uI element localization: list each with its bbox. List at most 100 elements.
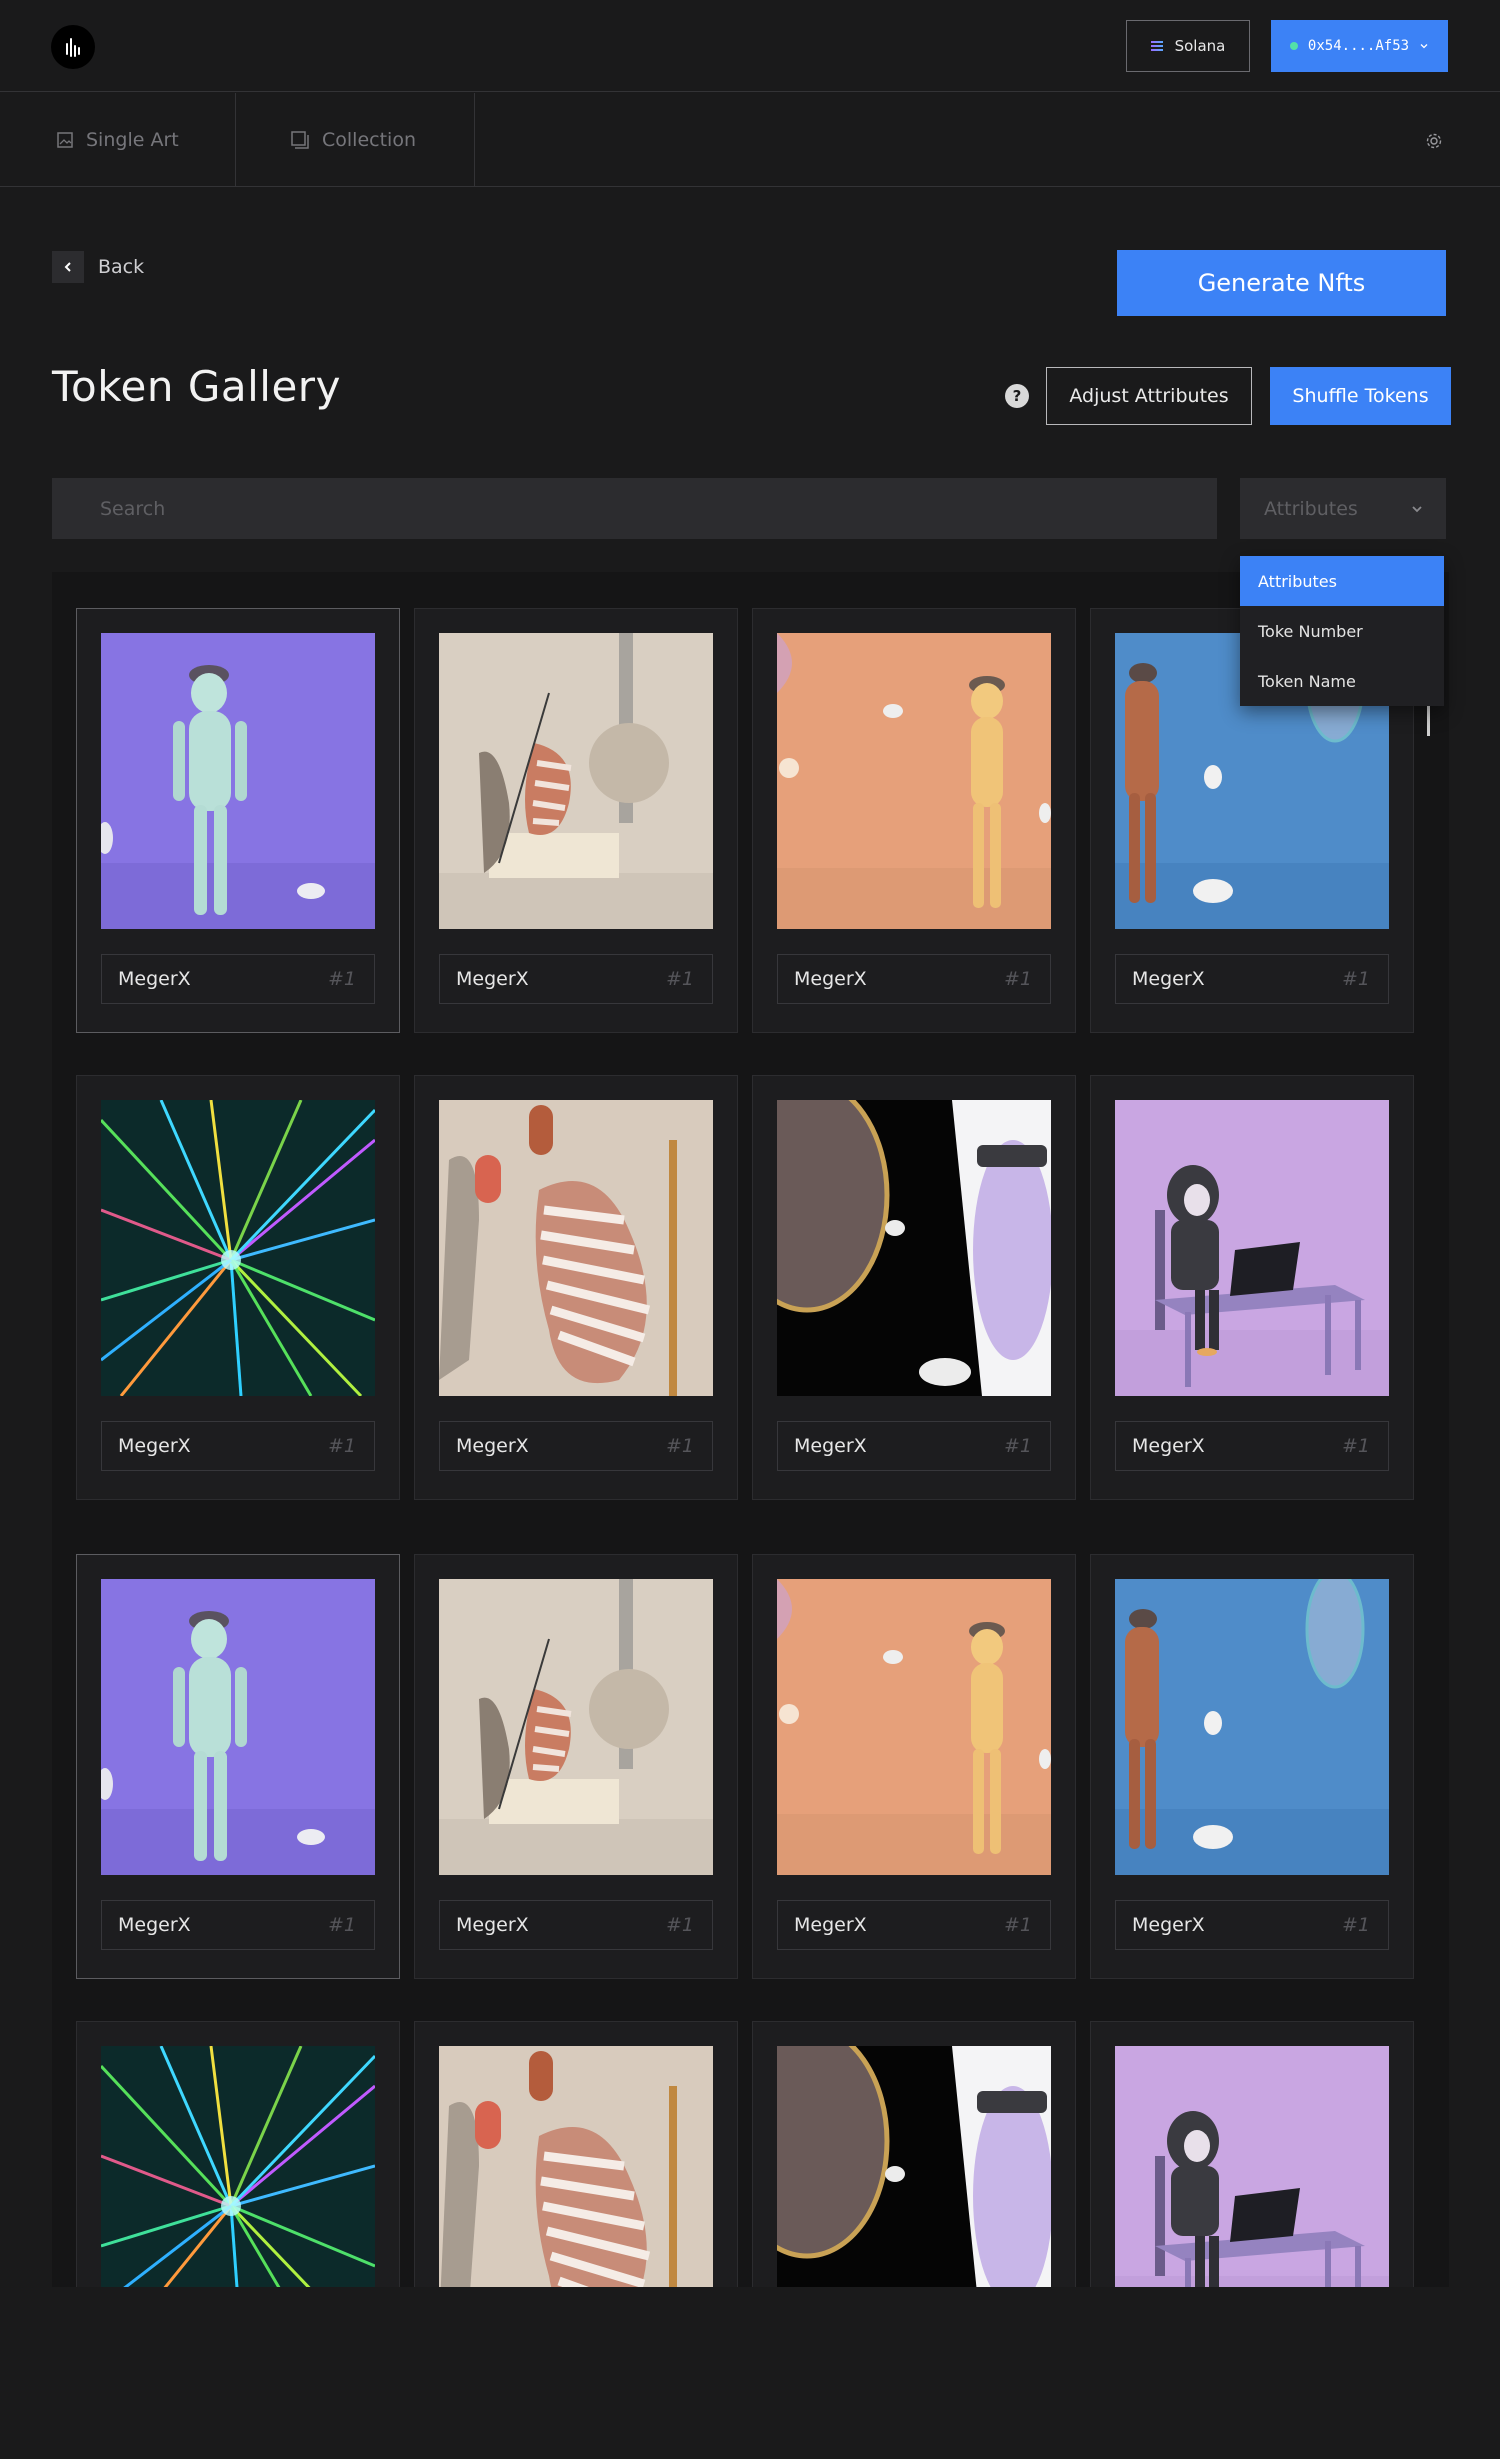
token-card[interactable]: MegerX#1 (414, 2021, 738, 2287)
tab-collection[interactable]: Collection (236, 93, 475, 187)
chain-selector-button[interactable]: Solana (1126, 20, 1250, 72)
token-label: MegerX #1 (439, 954, 713, 1004)
token-card[interactable]: MegerX#1 (1090, 1554, 1414, 1979)
token-label: MegerX #1 (777, 1900, 1051, 1950)
help-icon[interactable]: ? (1005, 384, 1029, 408)
solana-icon (1150, 41, 1163, 51)
tab-label: Single Art (86, 129, 179, 151)
app-logo[interactable] (51, 25, 95, 69)
token-name: MegerX (118, 968, 191, 990)
wallet-address: 0x54....Af53 (1307, 38, 1410, 54)
token-number: #1 (1341, 1435, 1370, 1457)
token-label: MegerX #1 (101, 1900, 375, 1950)
back-label: Back (98, 256, 145, 278)
chevron-down-icon (1420, 44, 1428, 49)
token-image (1115, 2046, 1389, 2287)
token-number: #1 (327, 968, 356, 990)
token-label: MegerX #1 (1115, 1421, 1389, 1471)
token-image (777, 633, 1051, 929)
wallet-status-dot (1289, 42, 1298, 50)
back-button[interactable]: Back (52, 251, 144, 283)
chain-label: Solana (1174, 37, 1226, 55)
token-name: MegerX (456, 968, 529, 990)
token-number: #1 (327, 1435, 356, 1457)
token-image (777, 1100, 1051, 1396)
wallet-button[interactable]: 0x54....Af53 (1271, 20, 1448, 72)
token-label: MegerX #1 (101, 1421, 375, 1471)
collection-icon (291, 131, 309, 149)
token-label: MegerX #1 (439, 1421, 713, 1471)
token-card[interactable]: MegerX #1 (76, 1554, 400, 1979)
token-card[interactable]: MegerX #1 (752, 1075, 1076, 1500)
token-number: #1 (665, 1914, 694, 1936)
search-input[interactable] (52, 478, 1217, 539)
token-name: MegerX (794, 1914, 867, 1936)
token-name: MegerX (118, 1914, 191, 1936)
attributes-dropdown-menu: Attributes Toke Number Token Name (1240, 556, 1444, 706)
token-image (101, 1100, 375, 1396)
token-number: #1 (1341, 968, 1370, 990)
token-image (439, 1100, 713, 1396)
token-image (777, 1579, 1051, 1875)
settings-icon[interactable] (1424, 131, 1444, 151)
token-card[interactable]: MegerX #1 (752, 608, 1076, 1033)
token-image (439, 1579, 713, 1875)
dropdown-option-token-number[interactable]: Toke Number (1240, 606, 1444, 656)
top-bar: Solana 0x54....Af53 (0, 0, 1500, 92)
shuffle-tokens-button[interactable]: Shuffle Tokens (1270, 367, 1451, 425)
token-name: MegerX (118, 1435, 191, 1457)
token-number: #1 (665, 1435, 694, 1457)
dropdown-option-token-name[interactable]: Token Name (1240, 656, 1444, 706)
token-label: MegerX #1 (777, 954, 1051, 1004)
token-name: MegerX (794, 1435, 867, 1457)
token-number: #1 (327, 1914, 356, 1936)
token-name: MegerX (794, 968, 867, 990)
token-gallery: MegerX #1 MegerX #1 MegerX #1 MegerX #1 (52, 572, 1449, 2287)
token-card[interactable]: MegerX#1 (1090, 2021, 1414, 2287)
token-number: #1 (665, 968, 694, 990)
attributes-select-label: Attributes (1264, 497, 1358, 520)
token-number: #1 (1003, 1435, 1032, 1457)
token-image (777, 2046, 1051, 2287)
token-name: MegerX (1132, 968, 1205, 990)
chevron-down-icon (1412, 506, 1422, 513)
attributes-select[interactable]: Attributes (1240, 478, 1446, 539)
token-name: MegerX (456, 1914, 529, 1936)
token-label: MegerX #1 (101, 954, 375, 1004)
adjust-attributes-button[interactable]: Adjust Attributes (1046, 367, 1252, 425)
token-label: MegerX #1 (1115, 1900, 1389, 1950)
token-card[interactable]: MegerX#1 (752, 2021, 1076, 2287)
logo-icon (66, 38, 80, 57)
token-name: MegerX (1132, 1914, 1205, 1936)
token-number: #1 (1003, 968, 1032, 990)
token-card[interactable]: MegerX #1 (414, 608, 738, 1033)
token-card[interactable]: MegerX #1 (414, 1554, 738, 1979)
dropdown-option-attributes[interactable]: Attributes (1240, 556, 1444, 606)
page-footer-area (0, 2287, 1500, 2459)
tab-bar: Single Art Collection (0, 93, 1500, 187)
gallery-scrollbar[interactable] (1427, 706, 1430, 736)
generate-nfts-button[interactable]: Generate Nfts (1117, 250, 1446, 316)
token-image (439, 2046, 713, 2287)
token-name: MegerX (1132, 1435, 1205, 1457)
token-card[interactable]: MegerX #1 (76, 1075, 400, 1500)
token-name: MegerX (456, 1435, 529, 1457)
token-image (439, 633, 713, 929)
tab-single-art[interactable]: Single Art (0, 93, 236, 187)
token-label: MegerX #1 (439, 1900, 713, 1950)
token-image (101, 2046, 375, 2287)
token-card[interactable]: MegerX#1 (752, 1554, 1076, 1979)
token-card[interactable]: MegerX #1 (76, 608, 400, 1033)
token-image (101, 633, 375, 929)
token-card[interactable]: MegerX#1 (76, 2021, 400, 2287)
page-title: Token Gallery (52, 362, 341, 411)
token-label: MegerX #1 (777, 1421, 1051, 1471)
image-icon (57, 132, 73, 148)
token-card[interactable]: MegerX #1 (414, 1075, 738, 1500)
token-card[interactable]: MegerX #1 (1090, 1075, 1414, 1500)
token-label: MegerX #1 (1115, 954, 1389, 1004)
token-image (1115, 1579, 1389, 1875)
tab-label: Collection (322, 129, 416, 151)
token-image (1115, 1100, 1389, 1396)
chevron-left-icon (52, 251, 84, 283)
